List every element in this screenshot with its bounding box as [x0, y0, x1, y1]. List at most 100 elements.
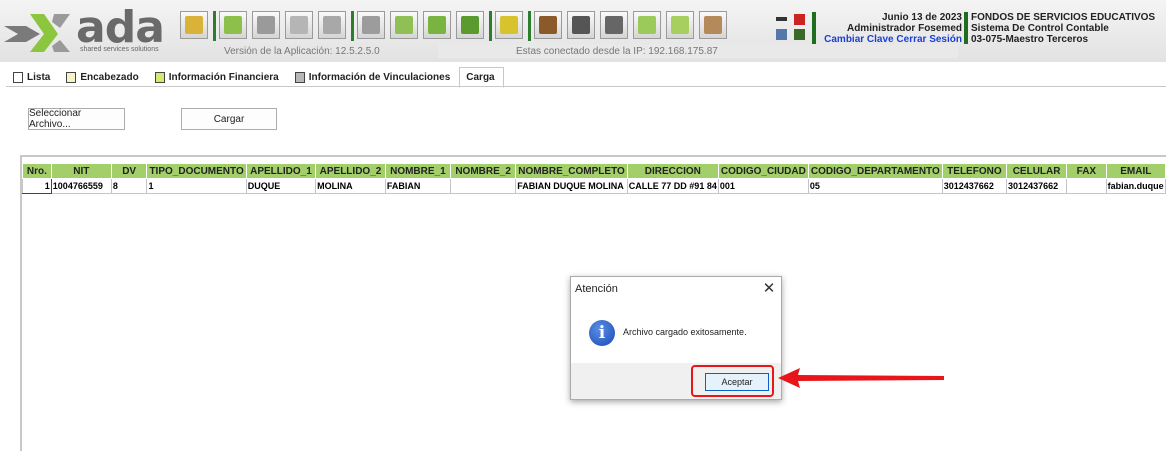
grid-icon[interactable] [776, 29, 787, 40]
tab-label: Carga [466, 72, 495, 83]
system-name: Sistema De Control Contable [971, 23, 1109, 34]
table-cell[interactable]: MOLINA [315, 178, 386, 194]
add-icon[interactable] [219, 11, 247, 39]
table-cell[interactable]: CALLE 77 DD #91 84 [626, 178, 719, 194]
table-cell[interactable]: 1004766559 [50, 178, 112, 194]
tab-lista[interactable]: Lista [6, 67, 59, 87]
users-icon[interactable] [699, 11, 727, 39]
camera-icon[interactable] [567, 11, 595, 39]
table-cell[interactable]: 3012437662 [941, 178, 1008, 194]
tab-label: Encabezado [80, 72, 139, 83]
table-cell[interactable] [449, 178, 517, 194]
table-cell[interactable]: 001 [717, 178, 809, 194]
column-header[interactable]: NOMBRE_COMPLETO [515, 163, 628, 179]
column-header[interactable]: CODIGO_DEPARTAMENTO [807, 163, 943, 179]
toolbar-divider [489, 11, 492, 41]
finance-icon [154, 72, 165, 83]
table-cell[interactable]: 8 [110, 178, 148, 194]
image-icon[interactable] [423, 11, 451, 39]
column-header[interactable]: DIRECCION [626, 163, 719, 179]
user-name: Administrador Fosemed [846, 23, 962, 34]
column-header[interactable]: APELLIDO_2 [315, 163, 386, 179]
close-icon[interactable]: ✕ [761, 279, 777, 297]
tab-underline [6, 86, 1166, 87]
document-icon [66, 72, 77, 83]
logo-tagline: shared services solutions [80, 46, 159, 53]
annotation-highlight-box [691, 365, 774, 397]
toolbar-divider [213, 11, 216, 41]
dialog-titlebar: Atención ✕ [571, 277, 781, 299]
table-cell[interactable]: FABIAN DUQUE MOLINA [515, 178, 628, 194]
app-header: ada shared services solutions Junio 13 d… [0, 0, 1166, 62]
folder-open-icon[interactable] [180, 11, 208, 39]
user-info: Junio 13 de 2023 Administrador Fosemed C… [818, 12, 962, 45]
tab-informacion-financiera[interactable]: Información Financiera [148, 67, 288, 87]
table-cell[interactable]: fabian.duque [1105, 178, 1166, 194]
table-cell[interactable]: 1 [146, 178, 247, 194]
toolbar-divider [528, 11, 531, 41]
logo-mark-icon [4, 14, 70, 52]
calculator-icon[interactable] [600, 11, 628, 39]
table-row[interactable]: 1 1004766559 8 1 DUQUE MOLINA FABIAN FABIAN DUQ… [22, 178, 1166, 194]
app-version: Versión de la Aplicación: 12.5.2.5.0 [224, 46, 380, 57]
annotation-arrow-icon [778, 368, 944, 388]
session-date: Junio 13 de 2023 [881, 12, 962, 23]
chart-icon[interactable] [794, 29, 805, 40]
column-header[interactable]: EMAIL [1105, 163, 1166, 179]
search-icon[interactable] [390, 11, 418, 39]
mini-toolbar [774, 13, 810, 43]
column-header[interactable]: Nro. [22, 163, 52, 179]
dialog-title: Atención [575, 283, 618, 295]
save-icon[interactable] [252, 11, 280, 39]
links-icon [294, 72, 305, 83]
connection-ip: Estas conectado desde la IP: 192.168.175… [516, 46, 718, 57]
column-header[interactable]: DV [110, 163, 148, 179]
table-cell[interactable]: 3012437662 [1006, 178, 1068, 194]
column-header[interactable]: TIPO_DOCUMENTO [146, 163, 247, 179]
column-header[interactable]: CELULAR [1006, 163, 1068, 179]
lock-icon[interactable] [495, 11, 523, 39]
header-separator [964, 12, 968, 44]
dots-icon[interactable] [776, 17, 787, 21]
header-separator [812, 12, 816, 44]
upload-button[interactable]: Cargar [181, 108, 277, 130]
data-grid: Nro. NIT DV TIPO_DOCUMENTO APELLIDO_1 APELLID… [22, 163, 1166, 194]
table-cell[interactable]: 1 [22, 178, 52, 194]
print-icon[interactable] [357, 11, 385, 39]
cart-icon[interactable] [633, 11, 661, 39]
tab-label: Información Financiera [168, 72, 279, 83]
main-toolbar [180, 11, 732, 43]
module-name: 03-075-Maestro Terceros [971, 34, 1089, 45]
tab-informacion-vinculaciones[interactable]: Información de Vinculaciones [288, 67, 460, 87]
table-cell[interactable]: FABIAN [384, 178, 451, 194]
money-icon[interactable] [534, 11, 562, 39]
undo-icon[interactable] [318, 11, 346, 39]
grid-header-row: Nro. NIT DV TIPO_DOCUMENTO APELLIDO_1 APELLID… [22, 163, 1166, 179]
table-cell[interactable]: DUQUE [245, 178, 317, 194]
column-header[interactable]: FAX [1066, 163, 1107, 179]
tab-encabezado[interactable]: Encabezado [59, 67, 147, 87]
column-header[interactable]: APELLIDO_1 [245, 163, 317, 179]
tab-label: Lista [27, 72, 51, 83]
delete-icon[interactable] [285, 11, 313, 39]
dialog-body: i Archivo cargado exitosamente. [571, 299, 781, 363]
column-header[interactable]: NOMBRE_2 [449, 163, 517, 179]
flag-icon[interactable] [794, 14, 805, 25]
info-icon: i [589, 320, 615, 346]
ada-logo: ada shared services solutions [4, 2, 169, 58]
tab-carga[interactable]: Carga [459, 67, 504, 88]
column-header[interactable]: TELEFONO [941, 163, 1008, 179]
tab-bar: Lista Encabezado Información Financiera … [6, 67, 504, 88]
table-cell[interactable] [1066, 178, 1107, 194]
tab-label: Información de Vinculaciones [308, 72, 451, 83]
select-file-button[interactable]: Seleccionar Archivo... [28, 108, 125, 130]
org-info: FONDOS DE SERVICIOS EDUCATIVOS Sistema D… [971, 12, 1161, 45]
column-header[interactable]: NOMBRE_1 [384, 163, 451, 179]
column-header[interactable]: NIT [50, 163, 112, 179]
edit-icon[interactable] [666, 11, 694, 39]
org-name: FONDOS DE SERVICIOS EDUCATIVOS [971, 12, 1156, 23]
table-cell[interactable]: 05 [807, 178, 943, 194]
export-icon[interactable] [456, 11, 484, 39]
toolbar-divider [351, 11, 354, 41]
column-header[interactable]: CODIGO_CIUDAD [717, 163, 809, 179]
